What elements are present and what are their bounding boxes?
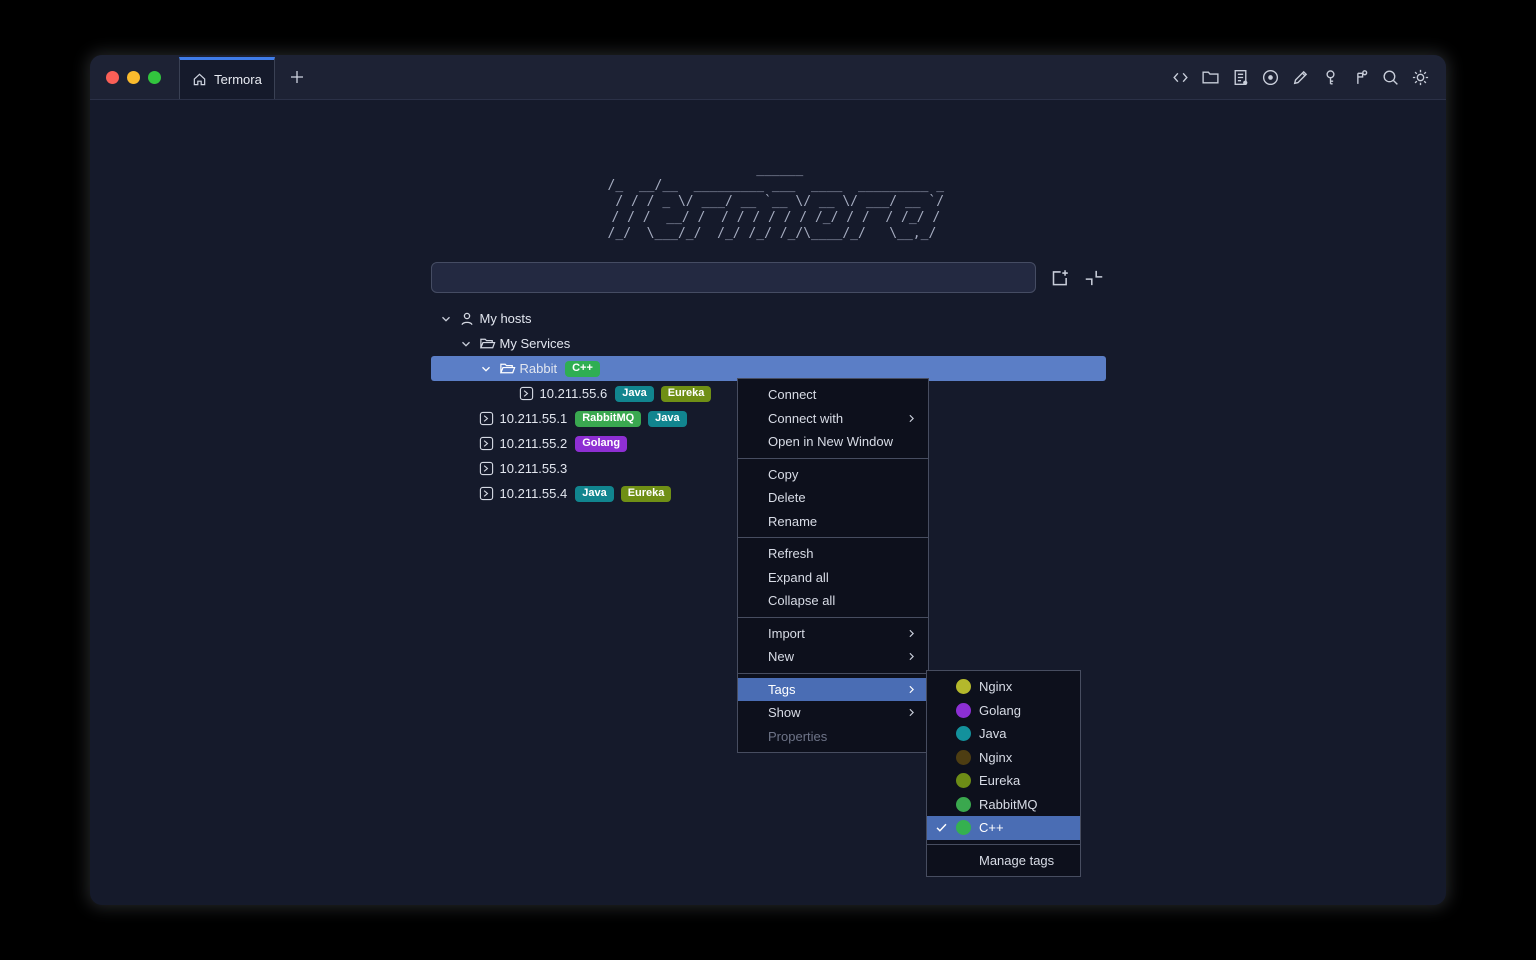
folder-icon[interactable] (1201, 68, 1220, 87)
tree-row-label: 10.211.55.3 (500, 461, 568, 476)
menu-item-refresh[interactable]: Refresh (738, 542, 928, 566)
chevron-right-icon (905, 627, 918, 640)
tree-row-label: 10.211.55.6 (540, 386, 608, 401)
terminal-icon (479, 411, 500, 426)
log-icon[interactable] (1231, 68, 1250, 87)
tag-option-java[interactable]: Java (927, 722, 1080, 746)
menu-item-delete[interactable]: Delete (738, 486, 928, 510)
search-icon[interactable] (1381, 68, 1400, 87)
tag-color-dot (956, 679, 971, 694)
tags-submenu: Nginx Golang Java Nginx Eureka RabbitMQ (926, 670, 1081, 877)
checkmark-icon (935, 821, 956, 834)
menu-item-rename[interactable]: Rename (738, 510, 928, 534)
toolbar (1171, 55, 1446, 99)
menu-item-show[interactable]: Show (738, 701, 928, 725)
tree-row-my-hosts[interactable]: My hosts (431, 306, 1106, 331)
folder-open-icon (479, 335, 500, 352)
close-window-button[interactable] (106, 71, 119, 84)
zoom-window-button[interactable] (148, 71, 161, 84)
menu-item-connect-with[interactable]: Connect with (738, 407, 928, 431)
chevron-right-icon (905, 650, 918, 663)
traffic-lights (90, 55, 179, 99)
terminal-icon (519, 386, 540, 401)
tab-termora[interactable]: Termora (179, 57, 275, 99)
terminal-icon (479, 486, 500, 501)
tree-row-label: Rabbit (520, 361, 558, 376)
menu-item-expand-all[interactable]: Expand all (738, 566, 928, 590)
tag-color-dot (956, 820, 971, 835)
menu-item-collapse-all[interactable]: Collapse all (738, 589, 928, 613)
collapse-all-button[interactable] (1082, 266, 1106, 290)
menu-item-connect[interactable]: Connect (738, 383, 928, 407)
edit-icon[interactable] (1291, 68, 1310, 87)
tag-color-dot (956, 773, 971, 788)
menu-item-copy[interactable]: Copy (738, 463, 928, 487)
tag-option-nginx-2[interactable]: Nginx (927, 746, 1080, 770)
context-menu: Connect Connect with Open in New Window … (737, 378, 929, 753)
add-host-button[interactable] (1047, 266, 1071, 290)
keychain-icon[interactable] (1351, 68, 1370, 87)
tag-badge: Eureka (621, 486, 672, 502)
chevron-down-icon[interactable] (459, 337, 479, 351)
tag-badge: Java (648, 411, 686, 427)
chevron-right-icon (905, 683, 918, 696)
chevron-down-icon[interactable] (479, 362, 499, 376)
terminal-icon (479, 436, 500, 451)
tag-badge: Java (575, 486, 613, 502)
tab-label: Termora (214, 72, 262, 87)
tree-row-label: My Services (500, 336, 571, 351)
chevron-right-icon (905, 706, 918, 719)
tag-badge: C++ (565, 361, 600, 377)
home-icon (192, 72, 207, 87)
terminal-icon (479, 461, 500, 476)
tree-row-label: My hosts (480, 311, 532, 326)
user-icon (459, 311, 480, 327)
tag-badge: Golang (575, 436, 627, 452)
chevron-down-icon[interactable] (439, 312, 459, 326)
tag-option-cpp[interactable]: C++ (927, 816, 1080, 840)
tree-row-label: 10.211.55.2 (500, 436, 568, 451)
settings-icon[interactable] (1411, 68, 1430, 87)
tag-color-dot (956, 726, 971, 741)
tag-badge: Java (615, 386, 653, 402)
key-icon[interactable] (1321, 68, 1340, 87)
folder-open-icon (499, 360, 520, 377)
tag-color-dot (956, 797, 971, 812)
title-bar: Termora (90, 55, 1446, 100)
tag-color-dot (956, 750, 971, 765)
termora-ascii-logo: ______ /_ __/__ _________ ___ ____ _____… (90, 162, 1446, 242)
tag-option-golang[interactable]: Golang (927, 699, 1080, 723)
record-icon[interactable] (1261, 68, 1280, 87)
tag-option-nginx[interactable]: Nginx (927, 675, 1080, 699)
tree-row-my-services[interactable]: My Services (431, 331, 1106, 356)
tag-badge: Eureka (661, 386, 712, 402)
tag-option-eureka[interactable]: Eureka (927, 769, 1080, 793)
tree-row-label: 10.211.55.1 (500, 411, 568, 426)
tag-color-dot (956, 703, 971, 718)
code-icon[interactable] (1171, 68, 1190, 87)
host-search-input[interactable] (431, 262, 1036, 293)
menu-item-properties: Properties (738, 725, 928, 749)
tag-badge: RabbitMQ (575, 411, 641, 427)
tree-row-label: 10.211.55.4 (500, 486, 568, 501)
new-tab-button[interactable] (275, 55, 319, 99)
chevron-right-icon (905, 412, 918, 425)
tag-option-rabbitmq[interactable]: RabbitMQ (927, 793, 1080, 817)
menu-item-import[interactable]: Import (738, 622, 928, 646)
menu-item-new[interactable]: New (738, 645, 928, 669)
menu-item-tags[interactable]: Tags (738, 678, 928, 702)
menu-item-open-in-new-window[interactable]: Open in New Window (738, 430, 928, 454)
manage-tags-button[interactable]: Manage tags (927, 849, 1080, 873)
minimize-window-button[interactable] (127, 71, 140, 84)
